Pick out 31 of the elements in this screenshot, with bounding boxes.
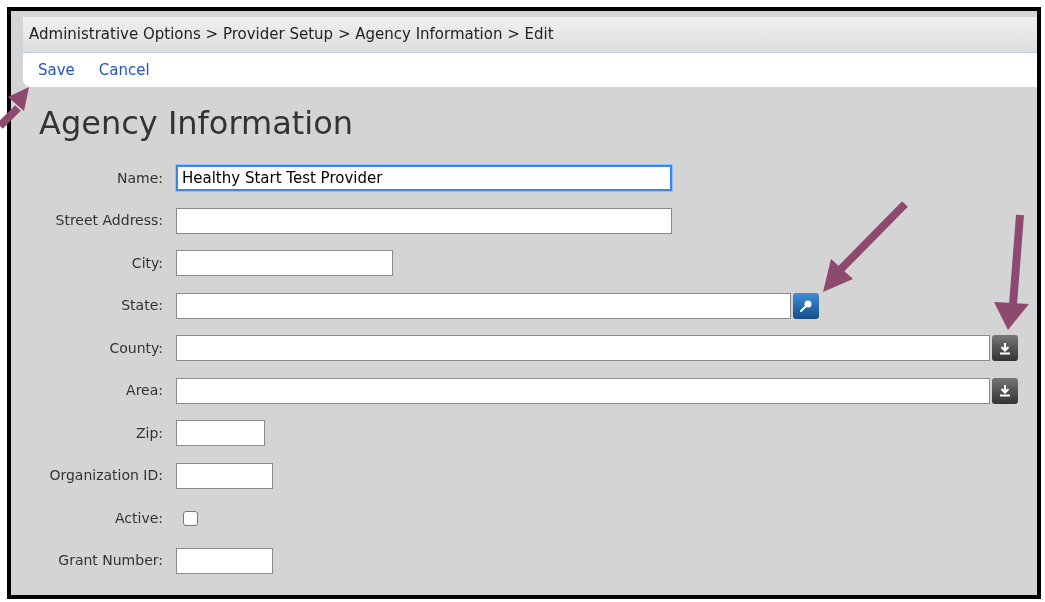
field-label: County: [109,338,163,358]
dropdown-button[interactable] [992,377,1018,404]
search-icon [799,298,813,313]
input-field[interactable]: Healthy Start Test Provider [176,165,672,191]
input-field[interactable] [176,462,273,489]
dropdown-button[interactable] [992,335,1018,361]
search-button[interactable] [793,292,819,319]
arrow [0,86,30,130]
field-label: Street Address: [55,211,163,230]
input-field[interactable] [176,420,265,446]
toolbar-link[interactable]: Save [38,58,75,82]
download-icon [999,384,1011,397]
field-label: Area: [126,381,163,400]
input-field[interactable] [176,250,393,276]
input-field[interactable] [176,547,273,574]
field-label: Name: [116,168,163,188]
input-field[interactable] [176,377,990,404]
field-label: Active: [114,508,163,528]
page-title: Agency Information [39,107,355,139]
toolbar-link[interactable]: Cancel [98,58,150,82]
field-label: City: [131,253,163,273]
input-field[interactable] [176,292,791,319]
field-label: Organization ID: [49,466,163,485]
breadcrumb: Administrative Options > Provider Setup > Agency Information > Edit [29,24,554,46]
download-icon [999,341,1011,355]
input-field[interactable] [176,335,990,361]
field-label: Grant Number: [58,551,163,570]
field-label: Zip: [135,423,163,443]
checkbox[interactable] [183,510,198,526]
field-label: State: [121,296,163,315]
input-field[interactable] [176,207,672,234]
